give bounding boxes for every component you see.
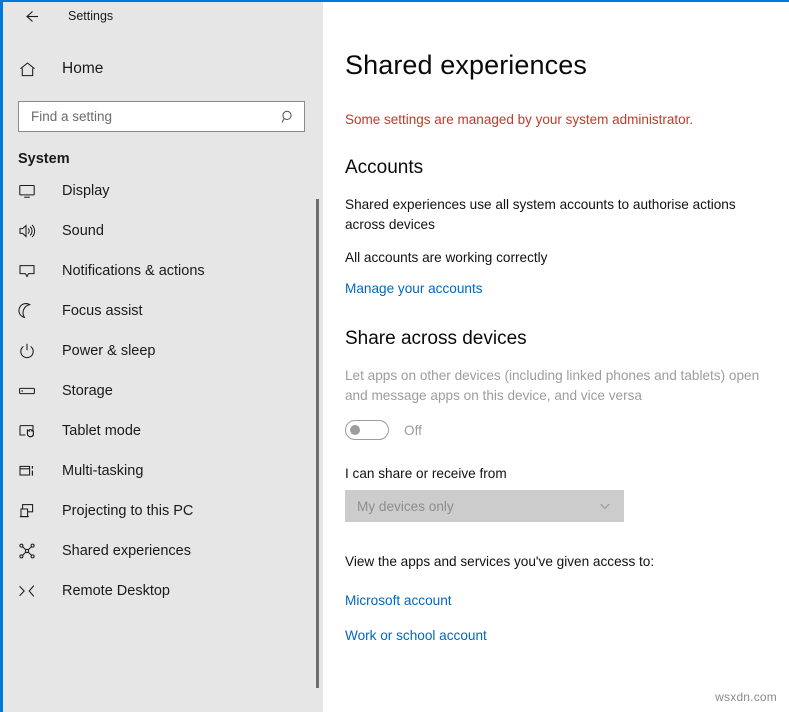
main-content: Shared experiences Some settings are man… [323, 0, 789, 712]
notification-icon [18, 261, 40, 281]
sidebar-item-focus-assist-label: Focus assist [62, 303, 143, 319]
work-or-school-account-link[interactable]: Work or school account [345, 628, 487, 643]
sidebar-item-notifications[interactable]: Notifications & actions [0, 251, 323, 291]
share-across-devices-toggle[interactable] [345, 420, 389, 440]
back-arrow-icon[interactable] [18, 3, 44, 29]
admin-managed-notice: Some settings are managed by your system… [345, 112, 789, 127]
window-border-left [0, 0, 3, 712]
sidebar-item-storage[interactable]: Storage [0, 371, 323, 411]
drive-icon [18, 381, 40, 401]
window-border-top [0, 0, 789, 2]
chevron-down-icon [598, 499, 612, 513]
settings-window: Settings Home System [0, 0, 789, 712]
share-across-devices-description: Let apps on other devices (including lin… [345, 366, 775, 406]
sidebar-item-sound[interactable]: Sound [0, 211, 323, 251]
sidebar-item-projecting-label: Projecting to this PC [62, 503, 193, 519]
title-bar: Settings [0, 0, 323, 32]
sidebar-item-home[interactable]: Home [0, 49, 323, 89]
toggle-state-label: Off [404, 423, 422, 438]
manage-your-accounts-link[interactable]: Manage your accounts [345, 281, 483, 296]
sidebar-nav-list: Display Sound [0, 171, 323, 611]
projecting-icon [18, 501, 40, 521]
sidebar-item-shared-experiences[interactable]: Shared experiences [0, 531, 323, 571]
monitor-icon [18, 181, 40, 201]
sidebar-item-storage-label: Storage [62, 383, 113, 399]
dropdown-selected-value: My devices only [357, 499, 598, 514]
sidebar-item-notifications-label: Notifications & actions [62, 263, 205, 279]
sidebar-item-sound-label: Sound [62, 223, 104, 239]
sidebar-item-display[interactable]: Display [0, 171, 323, 211]
toggle-knob [350, 425, 360, 435]
sidebar-item-shared-experiences-label: Shared experiences [62, 543, 191, 559]
accounts-description: Shared experiences use all system accoun… [345, 195, 775, 235]
sidebar-item-remote-desktop-label: Remote Desktop [62, 583, 170, 599]
window-title: Settings [68, 9, 113, 23]
share-receive-from-label: I can share or receive from [345, 466, 789, 481]
sidebar: Settings Home System [0, 0, 323, 712]
moon-icon [18, 301, 40, 321]
sidebar-item-multi-tasking[interactable]: Multi-tasking [0, 451, 323, 491]
share-nodes-icon [18, 541, 40, 561]
sidebar-item-tablet-mode-label: Tablet mode [62, 423, 141, 439]
share-receive-from-dropdown[interactable]: My devices only [345, 490, 624, 522]
share-across-devices-heading: Share across devices [345, 328, 789, 350]
sidebar-item-display-label: Display [62, 183, 110, 199]
sidebar-group-title: System [18, 151, 323, 167]
sidebar-item-home-label: Home [62, 60, 103, 78]
power-icon [18, 341, 40, 361]
page-title: Shared experiences [345, 50, 789, 81]
share-across-devices-toggle-row: Off [345, 420, 789, 440]
search-input[interactable] [29, 108, 280, 125]
multitasking-icon [18, 461, 40, 481]
sidebar-scrollbar[interactable] [316, 199, 319, 688]
remote-desktop-icon [18, 581, 40, 601]
sidebar-item-power-sleep-label: Power & sleep [62, 343, 156, 359]
accounts-heading: Accounts [345, 157, 789, 179]
sidebar-item-multi-tasking-label: Multi-tasking [62, 463, 143, 479]
apps-access-intro: View the apps and services you've given … [345, 552, 775, 572]
watermark: wsxdn.com [715, 690, 777, 704]
search-icon[interactable] [280, 109, 296, 125]
sidebar-item-focus-assist[interactable]: Focus assist [0, 291, 323, 331]
speaker-icon [18, 221, 40, 241]
sidebar-item-tablet-mode[interactable]: Tablet mode [0, 411, 323, 451]
search-box[interactable] [18, 101, 305, 132]
microsoft-account-link[interactable]: Microsoft account [345, 593, 452, 608]
sidebar-item-remote-desktop[interactable]: Remote Desktop [0, 571, 323, 611]
tablet-hand-icon [18, 421, 40, 441]
accounts-status: All accounts are working correctly [345, 248, 775, 268]
home-icon [18, 60, 40, 79]
sidebar-item-projecting[interactable]: Projecting to this PC [0, 491, 323, 531]
sidebar-item-power-sleep[interactable]: Power & sleep [0, 331, 323, 371]
